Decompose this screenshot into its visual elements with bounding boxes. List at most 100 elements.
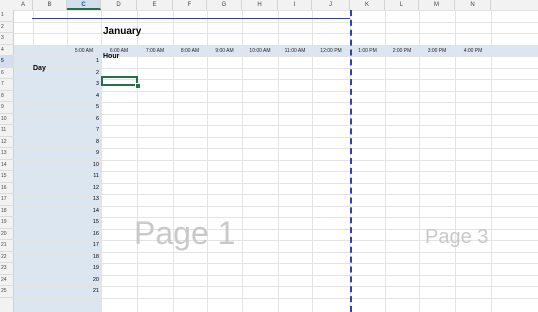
row-header-14[interactable]: 14 (0, 160, 14, 171)
row-header-25[interactable]: 25 (0, 286, 14, 298)
row-header-17[interactable]: 17 (0, 194, 14, 206)
day-number: 2 (95, 69, 99, 76)
month-title: January (103, 26, 142, 37)
grid-row-line (14, 44, 538, 46)
row-header-23[interactable]: 23 (0, 263, 14, 275)
row-headers: 1 2 3 4 5 6 7 8 9 10 11 12 13 14 15 16 17 18 19 20 21 22 23 24 2… (0, 10, 14, 312)
column-header-i[interactable]: I (278, 0, 312, 10)
row-header-11[interactable]: 11 (0, 125, 14, 137)
fill-handle[interactable] (135, 83, 141, 89)
day-number: 17 (92, 242, 99, 248)
grid-row-line (14, 217, 538, 218)
row-header-9[interactable]: 9 (0, 102, 14, 114)
hour-column-label: 6:00 AM (109, 47, 129, 54)
grid-row-line (14, 90, 538, 92)
day-number: 10 (92, 161, 99, 168)
column-header-l[interactable]: L (385, 0, 419, 10)
row-header-2[interactable]: 2 (0, 22, 14, 33)
row-header-1[interactable]: 1 (0, 10, 14, 22)
grid-row-line (14, 148, 538, 149)
day-number: 14 (92, 207, 99, 214)
grid-row-line (14, 56, 538, 57)
column-header-f[interactable]: F (173, 0, 207, 10)
column-header-g[interactable]: G (207, 0, 242, 10)
column-header-m[interactable]: M (419, 0, 455, 10)
row-header-19[interactable]: 19 (0, 217, 14, 229)
grid-row-line (14, 159, 538, 161)
grid-row-line (14, 113, 538, 115)
column-header-k[interactable]: K (350, 0, 385, 10)
day-number: 8 (95, 138, 99, 145)
grid-row-line (14, 33, 538, 34)
row-header-13[interactable]: 13 (0, 148, 14, 160)
column-header-n[interactable]: N (455, 0, 491, 10)
day-number: 6 (95, 115, 99, 122)
grid-row-line (14, 136, 538, 138)
column-header-c[interactable]: C (67, 0, 101, 10)
grid-row-line (14, 182, 538, 184)
row-header-15[interactable]: 15 (0, 171, 14, 183)
column-header-b[interactable]: B (33, 0, 67, 10)
print-area-top-border (32, 18, 350, 19)
row-header-12[interactable]: 12 (0, 137, 14, 148)
row-header-16[interactable]: 16 (0, 183, 14, 194)
day-number: 3 (95, 81, 99, 87)
grid-row-line (14, 194, 538, 195)
row-header-4[interactable]: 4 (0, 45, 14, 56)
row-header-24[interactable]: 24 (0, 275, 14, 286)
grid-row-line (14, 286, 538, 287)
row-header-8[interactable]: 8 (0, 91, 14, 102)
day-number: 21 (92, 288, 99, 294)
hour-column-label: 8:00 AM (180, 47, 200, 54)
day-number: 7 (95, 127, 99, 133)
page-1-watermark: Page 1 (134, 215, 236, 251)
row-header-5[interactable]: 5 (0, 56, 14, 68)
day-number: 12 (92, 184, 99, 191)
column-header-j[interactable]: J (312, 0, 350, 10)
row-header-10[interactable]: 10 (0, 114, 14, 125)
hour-column-label: 11:00 AM (284, 47, 306, 54)
day-number: 13 (92, 196, 99, 202)
row-header-20[interactable]: 20 (0, 229, 14, 240)
grid-row-line (14, 297, 538, 299)
grid-row-line (14, 79, 538, 80)
day-label: Day (33, 65, 46, 72)
column-header-h[interactable]: H (242, 0, 278, 10)
column-header-a[interactable]: A (14, 0, 33, 10)
row-header-3[interactable]: 3 (0, 33, 14, 45)
day-number: 1 (95, 58, 99, 64)
row-header-18[interactable]: 18 (0, 206, 14, 217)
hour-column-label: 12:00 PM (320, 47, 342, 54)
grid-row-line (14, 171, 538, 172)
worksheet-grid[interactable]: January Hour Day Page 1 Page 3 5:00 AM 6:… (14, 10, 538, 312)
day-number: 20 (92, 276, 99, 283)
hour-column-label: 10:00 AM (249, 47, 271, 54)
day-number: 11 (93, 173, 99, 179)
row-header-22[interactable]: 22 (0, 252, 14, 263)
page-3-watermark: Page 3 (425, 226, 489, 248)
row-header-6[interactable]: 6 (0, 68, 14, 79)
grid-row-line (14, 274, 538, 276)
hour-column-label: 9:00 AM (215, 47, 234, 54)
grid-row-line (14, 102, 538, 103)
hour-column-label: 3:00 PM (427, 47, 447, 54)
column-header-d[interactable]: D (101, 0, 137, 10)
day-number: 5 (95, 104, 99, 110)
grid-row-line (14, 263, 538, 264)
active-cell[interactable] (101, 76, 138, 86)
grid-row-line (14, 251, 538, 253)
day-number: 16 (92, 230, 99, 237)
grid-row-line (14, 125, 538, 126)
hour-column-label: 1:00 PM (358, 47, 377, 54)
page-break-line (350, 10, 352, 312)
hour-column-label: 2:00 PM (392, 47, 412, 54)
row-header-21[interactable]: 21 (0, 240, 14, 252)
day-number: 15 (92, 219, 99, 225)
day-number: 19 (92, 265, 99, 271)
column-header-e[interactable]: E (137, 0, 173, 10)
day-number: 18 (92, 253, 99, 260)
hour-column-label: 4:00 PM (463, 47, 483, 54)
day-number: 4 (95, 92, 99, 99)
grid-row-line (14, 205, 538, 207)
row-header-7[interactable]: 7 (0, 79, 14, 91)
